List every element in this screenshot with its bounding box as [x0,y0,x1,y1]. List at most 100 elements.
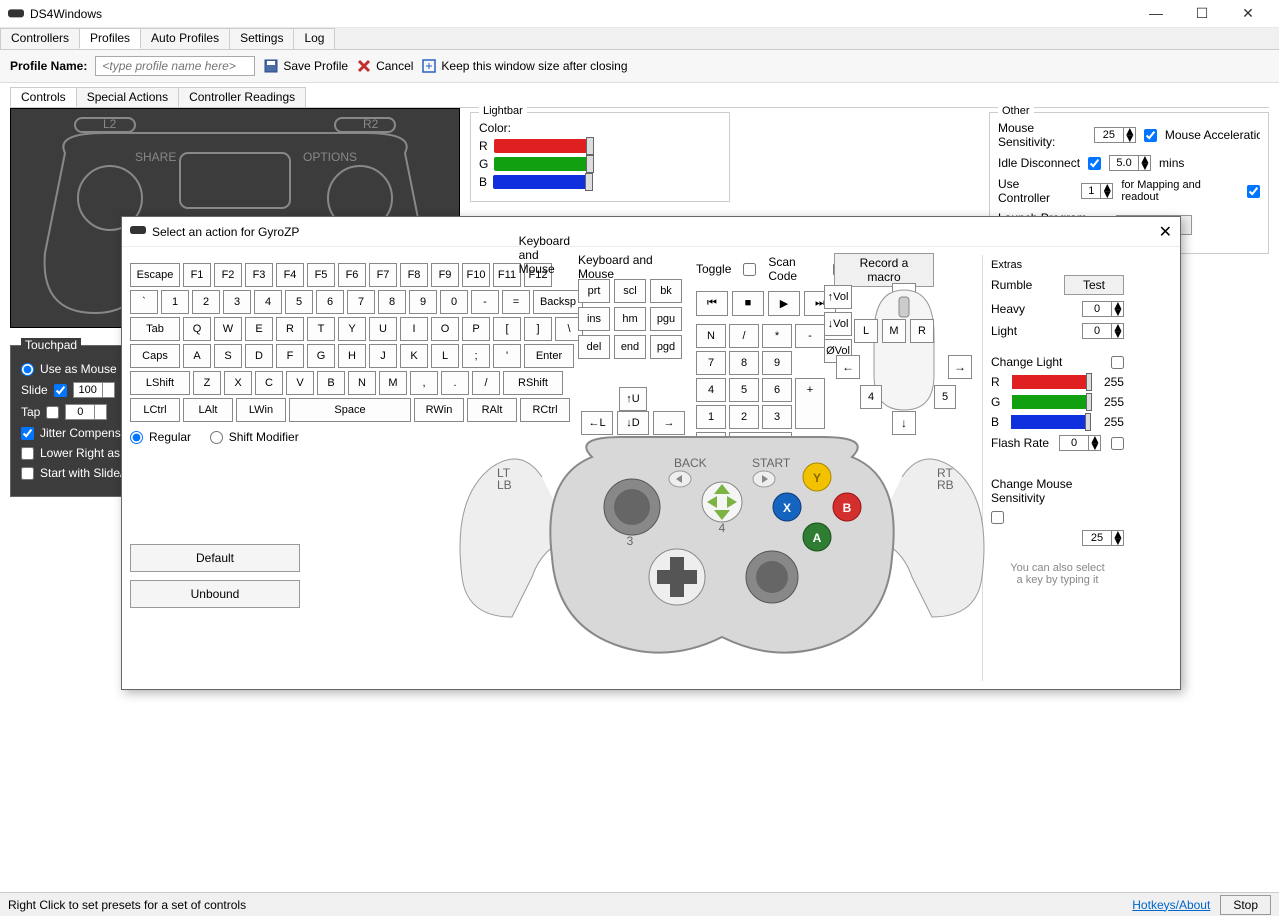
key-pgd[interactable]: pgd [650,335,682,359]
key-l[interactable]: L [431,344,459,368]
numpad-N[interactable]: N [696,324,726,348]
use-controller-checkbox[interactable] [1247,185,1260,198]
change-light-checkbox[interactable] [1111,356,1124,369]
key-f4[interactable]: F4 [276,263,304,287]
key-k[interactable]: K [400,344,428,368]
key-z[interactable]: Z [193,371,221,395]
key-f3[interactable]: F3 [245,263,273,287]
minimize-button[interactable]: — [1133,5,1179,22]
tab-controllers[interactable]: Controllers [0,28,80,49]
key-[interactable]: = [502,290,530,314]
tab-controls[interactable]: Controls [10,87,77,107]
key-hm[interactable]: hm [614,307,646,331]
light-spinner[interactable]: ▲▼ [1082,323,1124,339]
key-a[interactable]: A [183,344,211,368]
key-lshift[interactable]: LShift [130,371,190,395]
tab-auto-profiles[interactable]: Auto Profiles [140,28,230,49]
lightbar-b-slider[interactable] [493,175,593,189]
vol-down-key[interactable]: ↓Vol [824,312,852,336]
key-end[interactable]: end [614,335,646,359]
numpad-4[interactable]: 4 [696,378,726,402]
idle-spinner[interactable]: ▲▼ [1109,155,1151,171]
key-v[interactable]: V [286,371,314,395]
use-as-mouse-radio[interactable] [21,363,34,376]
key-f6[interactable]: F6 [338,263,366,287]
key-enter[interactable]: Enter [524,344,574,368]
numpad-7[interactable]: 7 [696,351,726,375]
key-1[interactable]: 1 [161,290,189,314]
tab-special-actions[interactable]: Special Actions [76,87,179,107]
key-j[interactable]: J [369,344,397,368]
key-caps[interactable]: Caps [130,344,180,368]
key-e[interactable]: E [245,317,273,341]
key-f9[interactable]: F9 [431,263,459,287]
flash-rate-checkbox[interactable] [1111,437,1124,450]
key-[interactable]: ; [462,344,490,368]
tab-profiles[interactable]: Profiles [79,28,141,49]
toggle-checkbox[interactable] [743,263,756,276]
key-4[interactable]: 4 [254,290,282,314]
cancel-button[interactable]: Cancel [356,58,413,74]
key-del[interactable]: del [578,335,610,359]
key-scl[interactable]: scl [614,279,646,303]
extras-r-slider[interactable] [1012,375,1092,389]
numpad-6[interactable]: 6 [762,378,792,402]
key-y[interactable]: Y [338,317,366,341]
mouse-right-arrow[interactable]: → [948,355,972,379]
mouse-middle-button[interactable]: M [882,319,906,343]
key-c[interactable]: C [255,371,283,395]
idle-disconnect-checkbox[interactable] [1088,157,1101,170]
key-5[interactable]: 5 [285,290,313,314]
key-h[interactable]: H [338,344,366,368]
key-f[interactable]: F [276,344,304,368]
key-lalt[interactable]: LAlt [183,398,233,422]
slide-spinner[interactable]: ▲▼ [73,382,115,398]
key-[interactable]: / [472,371,500,395]
key-u[interactable]: U [369,317,397,341]
key-m[interactable]: M [379,371,407,395]
mouse-left-arrow[interactable]: ← [836,355,860,379]
mouse-4-button[interactable]: 4 [860,385,882,409]
key-[interactable]: ` [130,290,158,314]
extras-b-slider[interactable] [1011,415,1091,429]
key-r[interactable]: R [276,317,304,341]
keep-size-button[interactable]: Keep this window size after closing [421,58,627,74]
key-t[interactable]: T [307,317,335,341]
numpad-[interactable]: / [729,324,759,348]
numpad-[interactable]: - [795,324,825,348]
key-f5[interactable]: F5 [307,263,335,287]
key-tab[interactable]: Tab [130,317,180,341]
profile-name-input[interactable] [95,56,255,76]
modal-close-button[interactable]: ✕ [1159,222,1172,242]
maximize-button[interactable]: ☐ [1179,5,1225,22]
lightbar-g-slider[interactable] [494,157,594,171]
key-f7[interactable]: F7 [369,263,397,287]
tap-checkbox[interactable] [46,406,59,419]
mouse-accel-checkbox[interactable] [1144,129,1157,142]
key-[interactable]: - [471,290,499,314]
x360-controller-diagram[interactable]: LT LB RT RB Y B X A BACK STAR [422,417,1022,677]
test-rumble-button[interactable]: Test [1064,275,1124,295]
lower-right-checkbox[interactable] [21,447,34,460]
numpad-[interactable]: * [762,324,792,348]
close-button[interactable]: ✕ [1225,5,1271,22]
key-f10[interactable]: F10 [462,263,490,287]
tab-settings[interactable]: Settings [229,28,294,49]
numpad-8[interactable]: 8 [729,351,759,375]
key-lctrl[interactable]: LCtrl [130,398,180,422]
mouse-right-button[interactable]: R [910,319,934,343]
heavy-spinner[interactable]: ▲▼ [1082,301,1124,317]
hotkeys-about-link[interactable]: Hotkeys/About [1132,898,1210,912]
arrow-up-key[interactable]: ↑U [619,387,647,411]
key-pgu[interactable]: pgu [650,307,682,331]
key-x[interactable]: X [224,371,252,395]
key-escape[interactable]: Escape [130,263,180,287]
numpad-5[interactable]: 5 [729,378,759,402]
key-[interactable]: ⏮ [696,291,728,316]
key-f1[interactable]: F1 [183,263,211,287]
key-[interactable]: [ [493,317,521,341]
key-[interactable]: ] [524,317,552,341]
key-g[interactable]: G [307,344,335,368]
regular-radio[interactable] [130,431,143,444]
key-6[interactable]: 6 [316,290,344,314]
